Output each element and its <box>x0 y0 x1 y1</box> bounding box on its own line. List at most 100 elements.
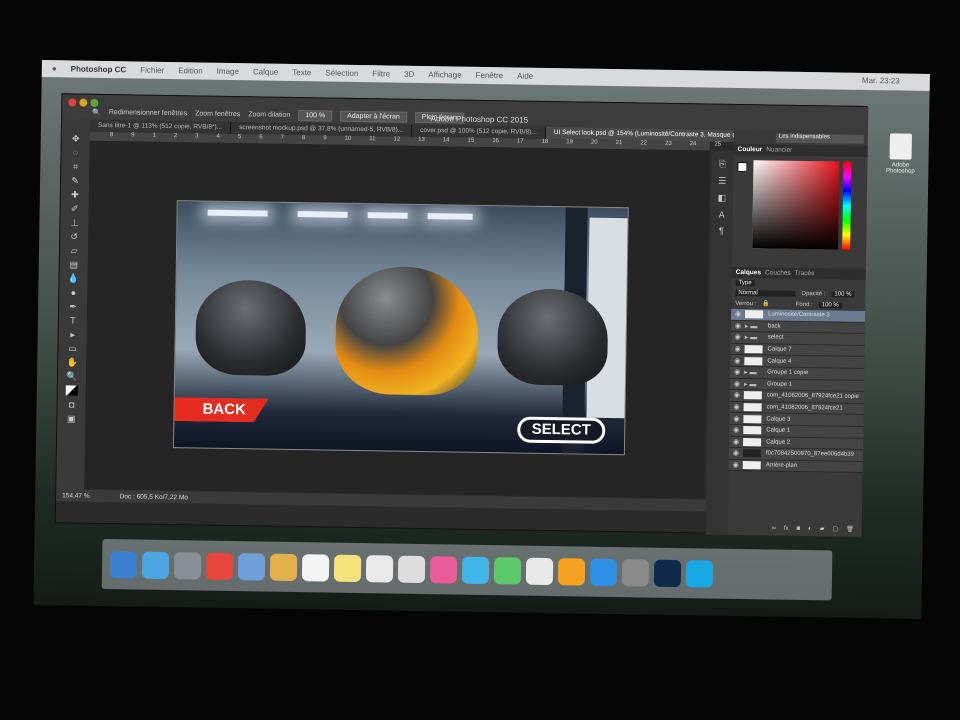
zoom-level[interactable]: 154,47 % <box>62 492 90 499</box>
visibility-eye-icon[interactable]: ◉ <box>730 368 744 376</box>
shape-tool-icon[interactable]: ▭ <box>66 343 78 353</box>
move-tool-icon[interactable]: ✥ <box>70 133 82 143</box>
menu-fichier[interactable]: Fichier <box>140 66 164 75</box>
menu-fenetre[interactable]: Fenêtre <box>475 71 503 80</box>
dock-app-icon[interactable] <box>109 550 138 579</box>
menu-app[interactable]: Photoshop CC <box>71 64 127 74</box>
history-brush-icon[interactable]: ↺ <box>68 231 80 241</box>
color-field[interactable] <box>752 160 840 250</box>
mask-icon[interactable]: ◙ <box>797 525 801 531</box>
link-icon[interactable]: ∞ <box>772 525 776 531</box>
paragraph-icon[interactable]: ¶ <box>719 226 724 236</box>
tab-couleur[interactable]: Couleur <box>738 146 763 153</box>
crop-tool-icon[interactable]: ⌗ <box>69 161 81 171</box>
visibility-eye-icon[interactable]: ◉ <box>730 357 744 365</box>
eraser-tool-icon[interactable]: ▱ <box>68 245 80 255</box>
dock-app-icon[interactable] <box>365 554 394 583</box>
blend-mode-select[interactable]: Normal <box>735 289 796 297</box>
visibility-eye-icon[interactable]: ◉ <box>729 461 743 469</box>
back-button[interactable]: BACK <box>173 397 269 423</box>
zoom-100-button[interactable]: 100 % <box>298 110 333 122</box>
dock-app-icon[interactable] <box>333 554 362 582</box>
visibility-eye-icon[interactable]: ◉ <box>729 449 743 457</box>
menu-clock[interactable]: Mar. 23:23 <box>862 76 900 86</box>
hand-tool-icon[interactable]: ✋ <box>66 357 78 367</box>
fit-screen-button[interactable]: Adapter à l'écran <box>340 110 407 123</box>
zoom-all-checkbox[interactable]: Zoom fenêtres <box>195 110 240 118</box>
hue-slider[interactable] <box>842 161 852 250</box>
adjustment-icon[interactable]: ◐ <box>808 526 812 532</box>
canvas-area[interactable]: BACK SELECT <box>84 140 710 499</box>
close-button[interactable] <box>68 98 77 107</box>
fx-icon[interactable]: fx <box>784 525 789 531</box>
doc-size[interactable]: Doc : 605,5 Ko/7,22 Mo <box>120 493 188 501</box>
gradient-tool-icon[interactable]: ▤ <box>68 259 80 269</box>
menu-aide[interactable]: Aide <box>517 71 533 80</box>
dock-app-icon[interactable] <box>685 559 714 588</box>
visibility-eye-icon[interactable]: ◉ <box>731 310 745 318</box>
dodge-tool-icon[interactable]: ● <box>67 287 79 297</box>
foreground-swatch[interactable] <box>737 161 748 173</box>
dock-app-icon[interactable] <box>589 558 618 586</box>
visibility-eye-icon[interactable]: ◉ <box>730 345 744 353</box>
visibility-eye-icon[interactable]: ◉ <box>729 438 743 446</box>
dock-app-icon[interactable] <box>237 552 266 581</box>
fill-field[interactable]: 100 % <box>818 301 842 309</box>
visibility-eye-icon[interactable]: ◉ <box>731 333 745 341</box>
eyedropper-tool-icon[interactable]: ✎ <box>69 175 81 185</box>
dock-app-icon[interactable] <box>397 555 426 583</box>
brush-tool-icon[interactable]: ✐ <box>69 203 81 213</box>
properties-icon[interactable]: ☰ <box>718 176 726 187</box>
desktop-file[interactable]: Adobe Photoshop <box>880 133 921 194</box>
tab-traces[interactable]: Tracés <box>795 270 815 277</box>
folder-icon[interactable]: ▰ <box>820 525 825 532</box>
apple-icon[interactable]: ● <box>52 64 57 73</box>
stamp-tool-icon[interactable]: ⊥ <box>68 217 80 227</box>
zoom-tool-icon[interactable]: 🔍 <box>66 371 78 381</box>
history-icon[interactable]: ⎘ <box>719 159 726 170</box>
layer-row[interactable]: ◉ Arrière-plan <box>728 459 863 474</box>
visibility-eye-icon[interactable]: ◉ <box>730 391 744 399</box>
zoom-button[interactable] <box>90 98 99 107</box>
menu-3d[interactable]: 3D <box>404 70 414 79</box>
dock-app-icon[interactable] <box>205 552 234 580</box>
path-select-icon[interactable]: ▸ <box>67 329 79 339</box>
character-icon[interactable]: A <box>719 210 725 220</box>
tab-calques[interactable]: Calques <box>736 269 761 276</box>
lasso-tool-icon[interactable]: ◌ <box>69 147 81 157</box>
screen-mode-icon[interactable]: ▣ <box>65 413 77 423</box>
layer-filter-select[interactable]: Type <box>735 279 755 287</box>
select-button[interactable]: SELECT <box>517 416 606 444</box>
visibility-eye-icon[interactable]: ◉ <box>729 414 743 423</box>
minimize-button[interactable] <box>79 98 88 107</box>
menu-affichage[interactable]: Affichage <box>428 70 461 80</box>
menu-image[interactable]: Image <box>217 67 239 76</box>
color-swatches-icon[interactable] <box>65 385 78 396</box>
healing-tool-icon[interactable]: ✚ <box>69 189 81 199</box>
dock-app-icon[interactable] <box>173 551 202 580</box>
menu-calque[interactable]: Calque <box>253 67 278 76</box>
visibility-eye-icon[interactable]: ◉ <box>730 380 744 388</box>
trash-icon[interactable]: 🗑 <box>846 526 854 533</box>
menu-filtre[interactable]: Filtre <box>372 69 390 78</box>
zoom-tool-icon[interactable]: 🔍 <box>92 108 101 116</box>
dock-app-icon[interactable] <box>141 551 170 579</box>
workspace-select[interactable]: Les indispensables <box>775 133 864 144</box>
dock-app-icon[interactable] <box>653 559 682 587</box>
menu-texte[interactable]: Texte <box>292 68 311 77</box>
document-canvas[interactable]: BACK SELECT <box>172 200 629 456</box>
dock-app-icon[interactable] <box>493 556 522 585</box>
dock-app-icon[interactable] <box>429 555 458 584</box>
visibility-eye-icon[interactable]: ◉ <box>730 403 744 411</box>
scrubby-zoom-checkbox[interactable]: Zoom dilation <box>248 111 290 119</box>
visibility-eye-icon[interactable]: ◉ <box>731 322 745 330</box>
dock-app-icon[interactable] <box>621 558 650 587</box>
opacity-field[interactable]: 100 % <box>831 291 855 298</box>
dock-app-icon[interactable] <box>525 557 554 585</box>
menu-edition[interactable]: Edition <box>178 66 203 75</box>
dock-app-icon[interactable] <box>461 556 490 584</box>
tab-couches[interactable]: Couches <box>765 269 791 276</box>
visibility-eye-icon[interactable]: ◉ <box>729 426 743 434</box>
resize-windows-checkbox[interactable]: Redimensionner fenêtres <box>109 109 187 117</box>
pen-tool-icon[interactable]: ✒ <box>67 301 79 311</box>
